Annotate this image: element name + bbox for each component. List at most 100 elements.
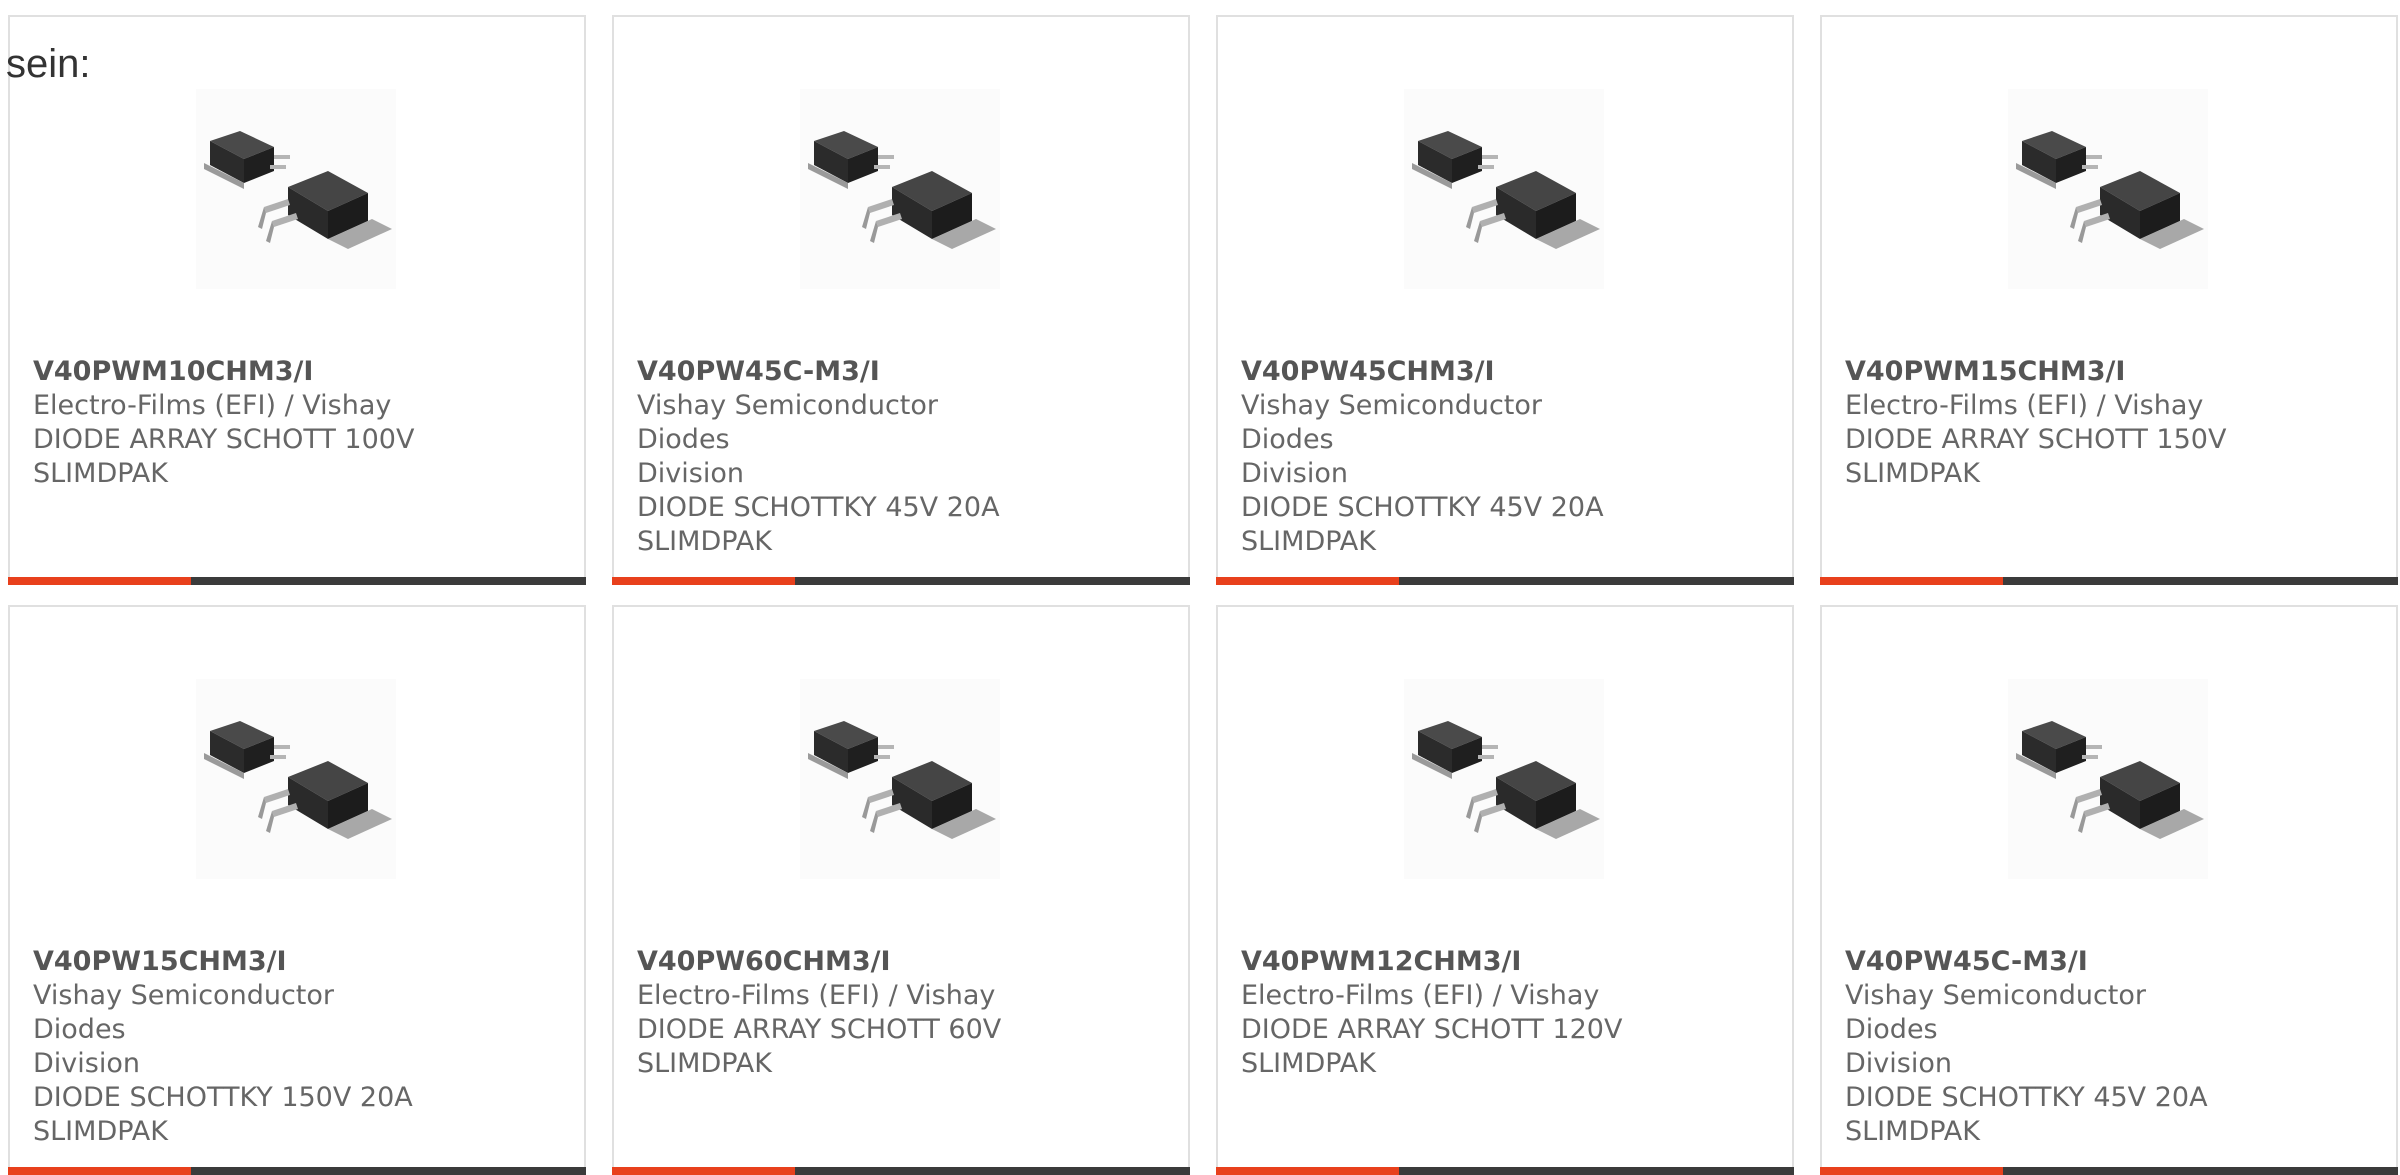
card-accent-bar bbox=[612, 1167, 795, 1175]
manufacturer-line: Division bbox=[1241, 458, 1348, 489]
manufacturer-lines: Electro-Films (EFI) / Vishay bbox=[33, 389, 423, 423]
card-bottom-bar bbox=[612, 1167, 1190, 1175]
product-info: V40PW15CHM3/I Vishay Semiconductor Diode… bbox=[33, 945, 423, 1149]
manufacturer-lines: Vishay Semiconductor Diodes Division bbox=[637, 389, 1027, 491]
card-bottom-bar bbox=[1216, 1167, 1794, 1175]
product-info: V40PWM15CHM3/I Electro-Films (EFI) / Vis… bbox=[1845, 355, 2235, 491]
manufacturer-line: Division bbox=[637, 458, 744, 489]
card-accent-bar bbox=[612, 577, 795, 585]
description-line: DIODE ARRAY SCHOTT 100V bbox=[33, 424, 415, 455]
product-grid: V40PWM10CHM3/I Electro-Films (EFI) / Vis… bbox=[8, 15, 2398, 1175]
component-package-icon bbox=[2016, 131, 2204, 249]
manufacturer-line: Electro-Films (EFI) / Vishay bbox=[1845, 390, 2204, 421]
product-image[interactable] bbox=[196, 89, 396, 289]
card-accent-bar bbox=[1820, 577, 2003, 585]
card-bottom-bar bbox=[1820, 1167, 2398, 1175]
product-card[interactable]: V40PWM15CHM3/I Electro-Films (EFI) / Vis… bbox=[1820, 15, 2398, 585]
description-line: DIODE SCHOTTKY 45V 20A bbox=[1241, 492, 1604, 523]
product-info: V40PWM10CHM3/I Electro-Films (EFI) / Vis… bbox=[33, 355, 423, 491]
card-accent-bar bbox=[8, 577, 191, 585]
card-bottom-bar bbox=[612, 577, 1190, 585]
manufacturer-line: Vishay Semiconductor Diodes bbox=[1241, 390, 1542, 455]
description-lines: DIODE SCHOTTKY 150V 20A SLIMDPAK bbox=[33, 1081, 423, 1149]
component-package-icon bbox=[808, 131, 996, 249]
description-line: SLIMDPAK bbox=[1241, 1048, 1376, 1079]
manufacturer-lines: Vishay Semiconductor Diodes Division bbox=[1241, 389, 1631, 491]
description-line: SLIMDPAK bbox=[1845, 458, 1980, 489]
description-line: DIODE SCHOTTKY 45V 20A bbox=[637, 492, 1000, 523]
part-number-link[interactable]: V40PW45CHM3/I bbox=[1241, 355, 1631, 389]
product-card[interactable]: V40PW15CHM3/I Vishay Semiconductor Diode… bbox=[8, 605, 586, 1175]
description-line: DIODE ARRAY SCHOTT 60V bbox=[637, 1014, 1002, 1045]
description-lines: DIODE ARRAY SCHOTT 100V SLIMDPAK bbox=[33, 423, 423, 491]
product-card[interactable]: V40PW45C-M3/I Vishay Semiconductor Diode… bbox=[612, 15, 1190, 585]
component-package-icon bbox=[808, 721, 996, 839]
product-image[interactable] bbox=[2008, 679, 2208, 879]
description-line: SLIMDPAK bbox=[637, 526, 772, 557]
manufacturer-lines: Electro-Films (EFI) / Vishay bbox=[1845, 389, 2235, 423]
product-card[interactable]: V40PW45C-M3/I Vishay Semiconductor Diode… bbox=[1820, 605, 2398, 1175]
part-number-link[interactable]: V40PWM15CHM3/I bbox=[1845, 355, 2235, 389]
description-line: SLIMDPAK bbox=[33, 458, 168, 489]
description-line: SLIMDPAK bbox=[1845, 1116, 1980, 1147]
description-line: DIODE SCHOTTKY 45V 20A bbox=[1845, 1082, 2208, 1113]
product-image[interactable] bbox=[1404, 89, 1604, 289]
product-card[interactable]: V40PW45CHM3/I Vishay Semiconductor Diode… bbox=[1216, 15, 1794, 585]
card-bottom-bar bbox=[8, 1167, 586, 1175]
product-image[interactable] bbox=[800, 89, 1000, 289]
intro-text: sein: bbox=[6, 42, 91, 86]
product-info: V40PW45CHM3/I Vishay Semiconductor Diode… bbox=[1241, 355, 1631, 559]
card-bottom-bar bbox=[8, 577, 586, 585]
description-line: DIODE ARRAY SCHOTT 150V bbox=[1845, 424, 2227, 455]
component-package-icon bbox=[1412, 721, 1600, 839]
manufacturer-line: Vishay Semiconductor Diodes bbox=[637, 390, 938, 455]
description-lines: DIODE SCHOTTKY 45V 20A SLIMDPAK bbox=[637, 491, 1027, 559]
manufacturer-line: Electro-Films (EFI) / Vishay bbox=[637, 980, 996, 1011]
product-card[interactable]: V40PW60CHM3/I Electro-Films (EFI) / Vish… bbox=[612, 605, 1190, 1175]
part-number-link[interactable]: V40PW45C-M3/I bbox=[1845, 945, 2235, 979]
manufacturer-lines: Electro-Films (EFI) / Vishay bbox=[637, 979, 1027, 1013]
part-number-link[interactable]: V40PW60CHM3/I bbox=[637, 945, 1027, 979]
manufacturer-line: Division bbox=[1845, 1048, 1952, 1079]
description-lines: DIODE ARRAY SCHOTT 60V SLIMDPAK bbox=[637, 1013, 1027, 1081]
part-number-link[interactable]: V40PWM12CHM3/I bbox=[1241, 945, 1631, 979]
component-package-icon bbox=[1412, 131, 1600, 249]
product-image[interactable] bbox=[800, 679, 1000, 879]
description-lines: DIODE ARRAY SCHOTT 150V SLIMDPAK bbox=[1845, 423, 2235, 491]
description-lines: DIODE SCHOTTKY 45V 20A SLIMDPAK bbox=[1845, 1081, 2235, 1149]
manufacturer-lines: Vishay Semiconductor Diodes Division bbox=[33, 979, 423, 1081]
product-card[interactable]: V40PWM10CHM3/I Electro-Films (EFI) / Vis… bbox=[8, 15, 586, 585]
manufacturer-line: Vishay Semiconductor Diodes bbox=[33, 980, 334, 1045]
card-accent-bar bbox=[1820, 1167, 2003, 1175]
component-package-icon bbox=[204, 721, 392, 839]
product-image[interactable] bbox=[2008, 89, 2208, 289]
manufacturer-lines: Electro-Films (EFI) / Vishay bbox=[1241, 979, 1631, 1013]
part-number-link[interactable]: V40PW15CHM3/I bbox=[33, 945, 423, 979]
part-number-link[interactable]: V40PWM10CHM3/I bbox=[33, 355, 423, 389]
component-package-icon bbox=[204, 131, 392, 249]
description-line: DIODE SCHOTTKY 150V 20A bbox=[33, 1082, 413, 1113]
product-card[interactable]: V40PWM12CHM3/I Electro-Films (EFI) / Vis… bbox=[1216, 605, 1794, 1175]
product-info: V40PW45C-M3/I Vishay Semiconductor Diode… bbox=[1845, 945, 2235, 1149]
manufacturer-line: Vishay Semiconductor Diodes bbox=[1845, 980, 2146, 1045]
description-line: SLIMDPAK bbox=[1241, 526, 1376, 557]
card-bottom-bar bbox=[1216, 577, 1794, 585]
description-line: DIODE ARRAY SCHOTT 120V bbox=[1241, 1014, 1623, 1045]
card-accent-bar bbox=[8, 1167, 191, 1175]
product-info: V40PW60CHM3/I Electro-Films (EFI) / Vish… bbox=[637, 945, 1027, 1081]
description-line: SLIMDPAK bbox=[33, 1116, 168, 1147]
description-lines: DIODE ARRAY SCHOTT 120V SLIMDPAK bbox=[1241, 1013, 1631, 1081]
description-line: SLIMDPAK bbox=[637, 1048, 772, 1079]
product-image[interactable] bbox=[196, 679, 396, 879]
product-image[interactable] bbox=[1404, 679, 1604, 879]
description-lines: DIODE SCHOTTKY 45V 20A SLIMDPAK bbox=[1241, 491, 1631, 559]
manufacturer-lines: Vishay Semiconductor Diodes Division bbox=[1845, 979, 2235, 1081]
manufacturer-line: Electro-Films (EFI) / Vishay bbox=[33, 390, 392, 421]
part-number-link[interactable]: V40PW45C-M3/I bbox=[637, 355, 1027, 389]
manufacturer-line: Electro-Films (EFI) / Vishay bbox=[1241, 980, 1600, 1011]
card-accent-bar bbox=[1216, 577, 1399, 585]
card-bottom-bar bbox=[1820, 577, 2398, 585]
component-package-icon bbox=[2016, 721, 2204, 839]
product-info: V40PW45C-M3/I Vishay Semiconductor Diode… bbox=[637, 355, 1027, 559]
manufacturer-line: Division bbox=[33, 1048, 140, 1079]
